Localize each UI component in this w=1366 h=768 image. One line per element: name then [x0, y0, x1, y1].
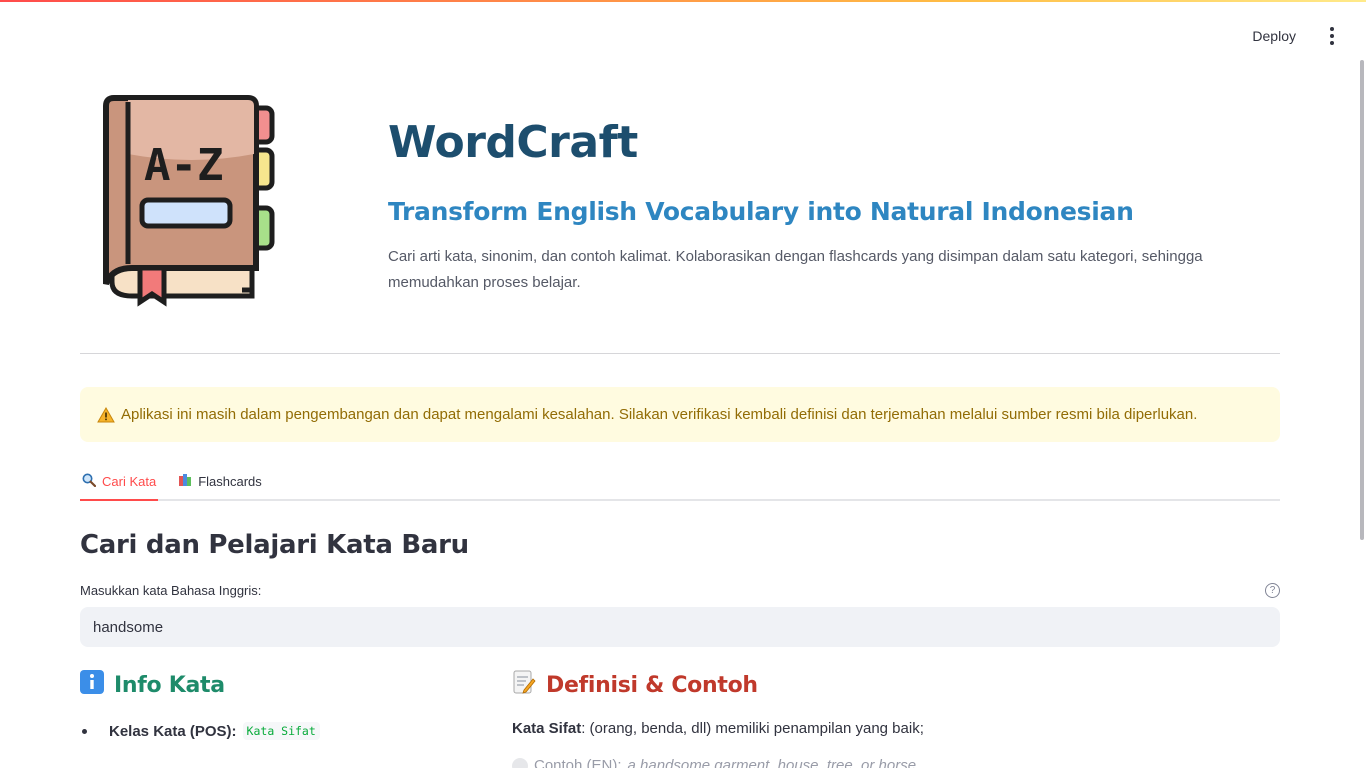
example-text: a handsome garment, house, tree, or hors… — [627, 757, 917, 768]
hero-text-block: WordCraft Transform English Vocabulary i… — [388, 117, 1248, 296]
info-column: Info Kata Kelas Kata (POS): Kata Sifat — [80, 670, 480, 740]
definition-text: Kata Sifat: (orang, benda, dll) memiliki… — [512, 720, 1280, 737]
app-subtitle: Transform English Vocabulary into Natura… — [388, 196, 1134, 226]
warning-text: Aplikasi ini masih dalam pengembangan da… — [121, 406, 1198, 423]
dictionary-book-logo: A-Z — [103, 95, 275, 307]
search-section-title: Cari dan Pelajari Kata Baru — [80, 530, 469, 560]
tab-cari-kata[interactable]: Cari Kata — [80, 464, 159, 501]
app-description: Cari arti kata, sinonim, dan contoh kali… — [388, 247, 1203, 291]
pos-list-item: Kelas Kata (POS): Kata Sifat — [80, 722, 480, 740]
pos-value-chip: Kata Sifat — [242, 722, 320, 740]
warning-alert: Aplikasi ini masih dalam pengembangan da… — [80, 387, 1280, 442]
top-decoration-bar — [0, 0, 1366, 2]
section-divider — [80, 353, 1280, 354]
main-menu-icon[interactable] — [1322, 22, 1342, 50]
hero-section: A-Z WordCraft Transform English Vocabula… — [80, 92, 1280, 312]
page-scrollbar[interactable] — [1360, 60, 1364, 540]
app-toolbar: Deploy — [1248, 22, 1342, 50]
tab-flashcards[interactable]: Flashcards — [176, 464, 264, 499]
search-input[interactable] — [80, 607, 1280, 647]
definition-body: : (orang, benda, dll) memiliki penampila… — [581, 720, 924, 737]
deploy-button[interactable]: Deploy — [1248, 22, 1300, 50]
definition-pos: Kata Sifat — [512, 720, 582, 737]
tab-bar: Cari Kata Flashcards — [80, 464, 1280, 501]
info-heading-text: Info Kata — [114, 672, 225, 698]
info-icon — [80, 670, 104, 700]
example-label: Contoh (EN): — [534, 757, 622, 768]
definition-heading-text: Definisi & Contoh — [546, 672, 758, 698]
help-icon[interactable]: ? — [1265, 583, 1280, 598]
memo-icon — [512, 670, 536, 700]
books-icon — [178, 473, 192, 490]
info-heading: Info Kata — [80, 670, 480, 700]
bullet-icon — [82, 728, 87, 734]
logo-text: A-Z — [144, 140, 223, 191]
tab-cari-kata-label: Cari Kata — [102, 474, 157, 489]
app-title: WordCraft — [388, 117, 638, 168]
warning-icon — [97, 406, 115, 423]
pos-label: Kelas Kata (POS): — [109, 722, 237, 740]
example-bullet-icon — [512, 757, 528, 768]
magnifier-icon — [82, 473, 97, 490]
definition-column: Definisi & Contoh Kata Sifat: (orang, be… — [512, 670, 1280, 768]
search-input-label: Masukkan kata Bahasa Inggris: — [80, 583, 262, 598]
tab-flashcards-label: Flashcards — [198, 474, 262, 489]
example-line: Contoh (EN): a handsome garment, house, … — [512, 757, 1280, 768]
definition-heading: Definisi & Contoh — [512, 670, 1280, 700]
